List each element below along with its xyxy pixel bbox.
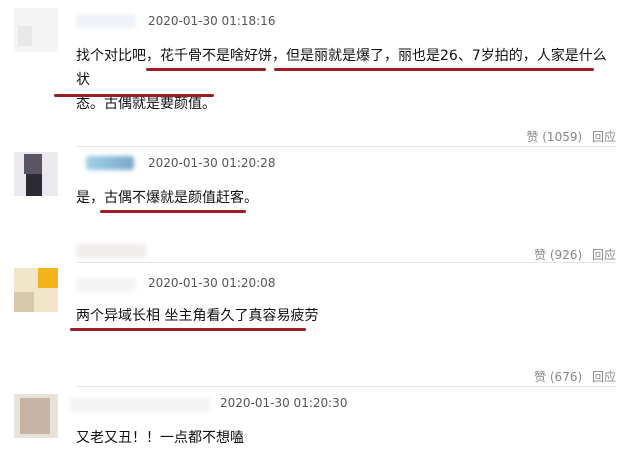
reply-button[interactable]: 回应 (592, 248, 616, 262)
comment-actions: 赞 (926) 回应 (528, 246, 616, 263)
comment-item: 2020-01-30 01:18:16 找个对比吧，花千骨不是啥好饼，但是丽就是… (0, 0, 640, 150)
avatar[interactable] (14, 394, 58, 438)
comment-actions: 赞 (676) 回应 (528, 368, 616, 385)
comment-actions: 赞 (1059) 回应 (520, 128, 616, 145)
comment-text-line: 是，古偶不爆就是颜值赶客。 (76, 190, 258, 206)
comment-text-line: 两个异域长相 坐主角看久了真容易疲劳 (76, 308, 319, 324)
comment-text: 两个异域长相 坐主角看久了真容易疲劳 (76, 304, 616, 328)
comment-time: 2020-01-30 01:20:30 (220, 396, 348, 410)
comment-time: 2020-01-30 01:20:28 (148, 156, 276, 170)
avatar[interactable] (14, 8, 58, 52)
highlight-underline (146, 68, 266, 71)
comment-text: 找个对比吧，花千骨不是啥好饼，但是丽就是爆了，丽也是26、7岁拍的，人家是什么状… (76, 44, 616, 116)
like-button[interactable]: 赞 (926) (534, 248, 582, 262)
reply-button[interactable]: 回应 (592, 130, 616, 144)
like-button[interactable]: 赞 (1059) (526, 130, 582, 144)
highlight-underline (100, 210, 246, 213)
username (76, 244, 146, 258)
highlight-underline (54, 94, 214, 97)
avatar[interactable] (14, 268, 58, 312)
comment-time: 2020-01-30 01:20:08 (148, 276, 276, 290)
highlight-underline (70, 328, 306, 331)
divider (76, 262, 616, 263)
reply-button[interactable]: 回应 (592, 370, 616, 384)
divider (76, 146, 616, 147)
divider (76, 386, 616, 387)
like-button[interactable]: 赞 (676) (534, 370, 582, 384)
comment-text-line: 又老又丑！！一点都不想嗑 (76, 430, 244, 446)
comment-text: 又老又丑！！一点都不想嗑 (76, 426, 616, 450)
username[interactable] (86, 156, 134, 170)
username[interactable] (76, 278, 136, 292)
username[interactable] (76, 14, 136, 28)
username[interactable] (70, 398, 210, 412)
avatar[interactable] (14, 152, 58, 196)
comment-text: 是，古偶不爆就是颜值赶客。 (76, 186, 616, 210)
highlight-underline (274, 68, 594, 71)
comment-time: 2020-01-30 01:18:16 (148, 14, 276, 28)
